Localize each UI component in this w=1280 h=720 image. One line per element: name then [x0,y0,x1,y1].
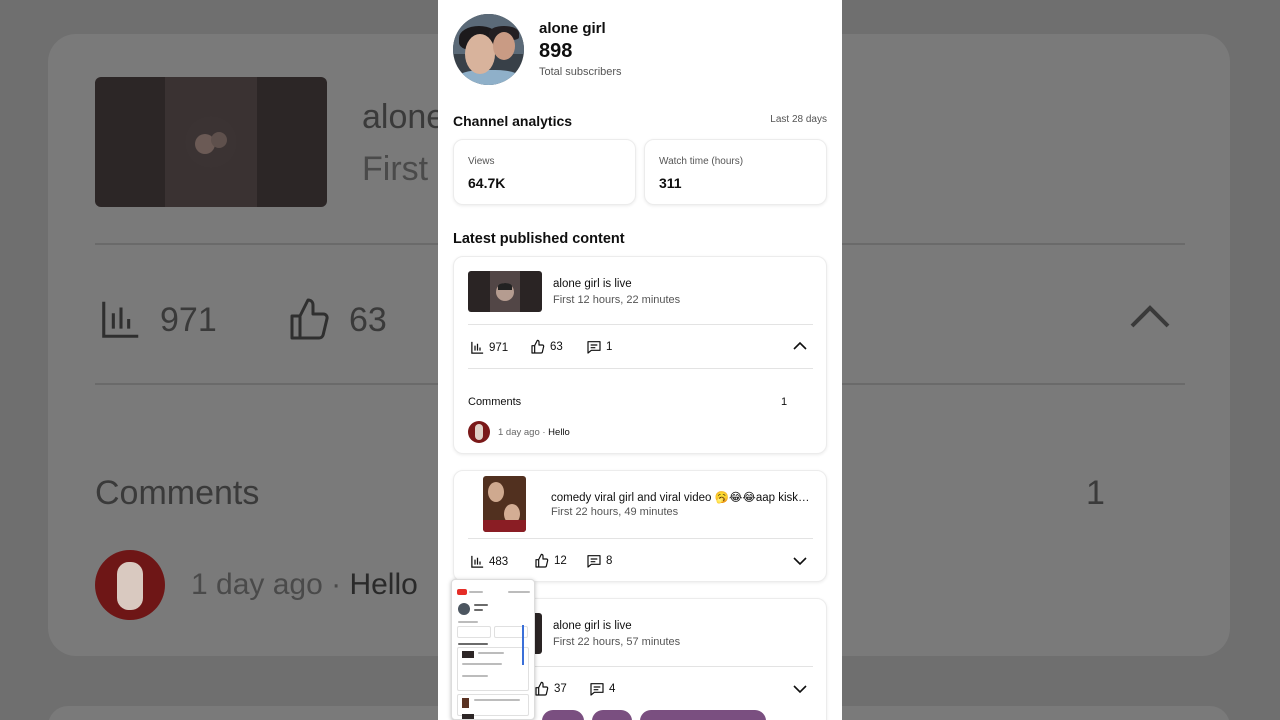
analytics-period: Last 28 days [770,114,827,125]
comments-metric[interactable]: 4 [589,681,615,697]
likes-count: 37 [554,683,567,695]
watch-time-label: Watch time (hours) [659,156,744,167]
comments-section-label: Comments [468,396,522,408]
action-pill[interactable] [542,710,584,720]
comments-count: 8 [606,555,613,567]
views-count: 483 [489,555,509,568]
likes-count: 63 [550,341,563,353]
divider [468,368,813,369]
video-title[interactable]: alone girl is live [553,278,813,290]
background-thumbs-up-icon [290,298,329,340]
background-video-thumbnail [95,77,327,207]
video-title[interactable]: alone girl is live [553,620,813,632]
comments-count: 1 [606,341,613,353]
comment-icon [587,555,601,568]
comments-section-count: 1 [781,396,788,408]
youtube-logo-icon [457,589,467,595]
divider [468,538,813,539]
comments-count: 4 [609,683,616,695]
background-comment: 1 day ago · Hello [191,568,418,602]
action-pill-wide[interactable] [640,710,766,720]
comment-text: Hello [548,427,570,438]
watch-time-value: 311 [659,175,682,191]
bar-chart-icon [471,341,484,354]
likes-metric[interactable]: 12 [534,553,567,569]
comments-metric[interactable]: 8 [586,553,612,569]
screenshot-preview-thumbnail[interactable] [451,579,535,720]
chevron-up-icon[interactable] [792,340,808,352]
views-metric[interactable]: 971 [470,340,508,355]
background-comments-label: Comments [95,474,260,512]
action-pill[interactable] [592,710,632,720]
comment-icon [590,683,604,696]
views-card[interactable]: Views 64.7K [453,139,636,205]
bar-chart-icon [471,555,484,568]
video-period: First 22 hours, 49 minutes [551,506,679,518]
commenter-avatar[interactable] [468,421,490,443]
video-thumbnail[interactable] [468,271,542,312]
chevron-down-icon[interactable] [792,555,808,567]
video-period: First 22 hours, 57 minutes [553,636,681,648]
subscriber-count: 898 [539,40,573,62]
divider [468,324,813,325]
thumbs-up-icon [535,553,549,568]
background-bar-chart-icon [102,301,139,338]
comment-icon [587,341,601,354]
views-value: 64.7K [468,175,506,191]
comment-meta: 1 day ago · [498,427,549,438]
background-video-subtitle: First [362,150,429,188]
content-card: alone girl is live First 12 hours, 22 mi… [453,256,827,454]
background-views-count: 971 [160,301,217,339]
thumbs-up-icon [531,339,545,354]
studio-dashboard-panel: alone girl 898 Total subscribers Channel… [438,0,842,720]
video-thumbnail[interactable] [483,476,526,532]
subscriber-count-label: Total subscribers [539,66,622,78]
likes-metric[interactable]: 63 [530,339,563,355]
thumbs-up-icon [535,681,549,696]
channel-name: alone girl [539,20,606,37]
background-likes-count: 63 [349,301,387,339]
channel-avatar[interactable] [453,14,524,85]
background-comments-count: 1 [1086,474,1105,512]
video-period: First 12 hours, 22 minutes [553,294,681,306]
video-title[interactable]: comedy viral girl and viral video 🥱😂😂aap… [551,490,813,504]
likes-count: 12 [554,555,567,567]
channel-analytics-title: Channel analytics [453,113,573,129]
watch-time-card[interactable]: Watch time (hours) 311 [644,139,827,205]
comment-row[interactable]: 1 day ago · Hello [498,427,570,438]
background-thumbnail-face [185,116,237,168]
latest-content-title: Latest published content [453,231,625,247]
content-card: comedy viral girl and viral video 🥱😂😂aap… [453,470,827,582]
background-comment-text: Hello [349,568,418,601]
background-comment-meta: 1 day ago · [191,568,350,601]
views-count: 971 [489,341,509,354]
background-commenter-avatar [95,550,165,620]
chevron-down-icon[interactable] [792,683,808,695]
comments-metric[interactable]: 1 [586,339,612,355]
views-label: Views [468,156,495,167]
background-video-title: alone [362,98,446,136]
likes-metric[interactable]: 37 [534,681,567,697]
views-metric[interactable]: 483 [470,554,508,569]
background-chevron-up-icon [1130,305,1170,328]
